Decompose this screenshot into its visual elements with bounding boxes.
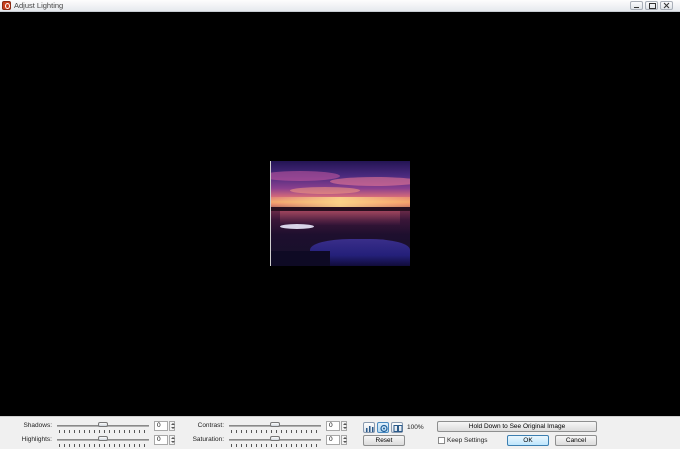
restore-button[interactable] xyxy=(645,1,658,10)
highlights-label: Highlights: xyxy=(21,436,52,443)
view-mode-icon[interactable] xyxy=(377,422,389,433)
zoom-level: 100% xyxy=(407,424,424,431)
keep-settings-checkbox[interactable] xyxy=(438,437,445,444)
shadows-spinner[interactable] xyxy=(169,421,175,431)
close-button[interactable] xyxy=(660,1,673,10)
saturation-label: Saturation: xyxy=(192,436,224,443)
minimize-button[interactable] xyxy=(630,1,643,10)
cancel-button[interactable]: Cancel xyxy=(555,435,597,446)
shadows-slider-thumb[interactable] xyxy=(98,422,108,427)
histogram-icon[interactable] xyxy=(363,422,375,433)
reset-button[interactable]: Reset xyxy=(363,435,405,446)
image-preview xyxy=(270,161,410,266)
window-title: Adjust Lighting xyxy=(14,1,64,10)
hold-to-see-original-button[interactable]: Hold Down to See Original Image xyxy=(437,421,597,432)
highlights-spinner[interactable] xyxy=(169,435,175,445)
contrast-label: Contrast: xyxy=(197,422,224,429)
title-bar: Adjust Lighting xyxy=(0,0,680,12)
split-view-icon[interactable] xyxy=(391,422,403,433)
contrast-slider-thumb[interactable] xyxy=(270,422,280,427)
adjustment-panel: Shadows: 0 Highlights: 0 Contrast: 0 Sat… xyxy=(0,416,680,449)
ok-button[interactable]: OK xyxy=(507,435,549,446)
saturation-spinner[interactable] xyxy=(341,435,347,445)
highlights-slider-thumb[interactable] xyxy=(98,436,108,441)
saturation-value[interactable]: 0 xyxy=(326,435,340,445)
contrast-spinner[interactable] xyxy=(341,421,347,431)
app-icon xyxy=(2,1,11,10)
shadows-label: Shadows: xyxy=(23,422,52,429)
keep-settings-label: Keep Settings xyxy=(447,437,488,444)
highlights-value[interactable]: 0 xyxy=(154,435,168,445)
preview-canvas xyxy=(0,12,680,416)
contrast-value[interactable]: 0 xyxy=(326,421,340,431)
saturation-slider-thumb[interactable] xyxy=(270,436,280,441)
shadows-value[interactable]: 0 xyxy=(154,421,168,431)
